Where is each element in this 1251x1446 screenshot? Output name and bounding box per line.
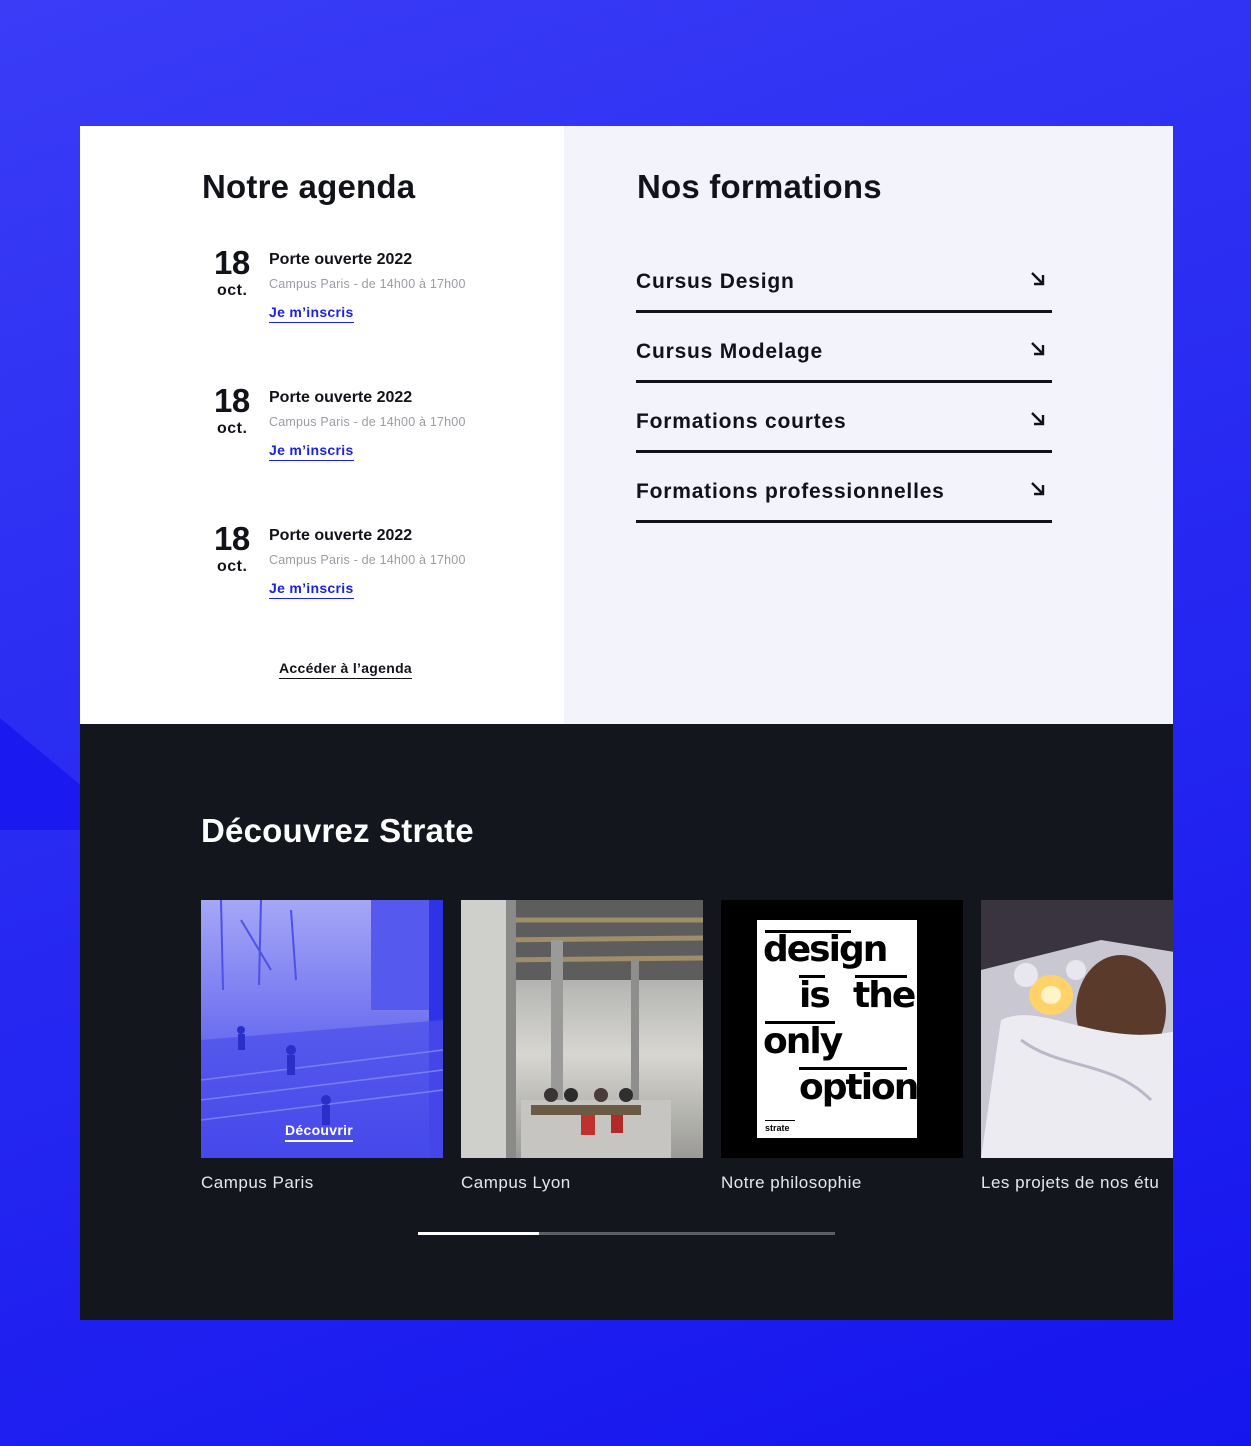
agenda-event: 18 oct. Porte ouverte 2022 Campus Paris … xyxy=(214,520,514,610)
campus-paris-image xyxy=(201,900,443,1158)
event-meta: Campus Paris - de 14h00 à 17h00 xyxy=(269,415,466,429)
carousel-scrollbar[interactable] xyxy=(418,1232,835,1235)
student-projects-image xyxy=(981,900,1173,1158)
event-month: oct. xyxy=(217,282,248,299)
event-month: oct. xyxy=(217,420,248,437)
philosophy-poster: design is the only option strate xyxy=(757,920,919,1138)
arrow-down-right-icon xyxy=(1031,482,1045,496)
agenda-event: 18 oct. Porte ouverte 2022 Campus Paris … xyxy=(214,382,514,472)
poster-bar xyxy=(765,1120,795,1121)
poster-word: the xyxy=(853,975,916,1016)
card-philosophy: design is the only option strate Notre p… xyxy=(721,900,963,1193)
course-label: Cursus Modelage xyxy=(636,340,824,363)
card-campus-paris: Découvrir Campus Paris xyxy=(201,900,443,1193)
agenda-title: Notre agenda xyxy=(202,168,416,205)
agenda-event: 18 oct. Porte ouverte 2022 Campus Paris … xyxy=(214,244,514,334)
poster-word: only xyxy=(763,1021,843,1062)
formations-title: Nos formations xyxy=(637,168,882,205)
card-image[interactable]: Découvrir xyxy=(201,900,443,1158)
course-link-professional[interactable]: Formations professionnelles xyxy=(636,465,1052,523)
card-caption: Campus Lyon xyxy=(461,1173,571,1192)
discover-link[interactable]: Découvrir xyxy=(285,1122,354,1142)
discover-title: Découvrez Strate xyxy=(201,812,474,849)
arrow-down-right-icon xyxy=(1031,412,1045,426)
card-image[interactable] xyxy=(981,900,1173,1158)
card-campus-lyon: Campus Lyon xyxy=(461,900,703,1193)
register-link[interactable]: Je m’inscris xyxy=(269,580,354,599)
poster-footer: strate xyxy=(765,1123,790,1133)
course-label: Formations courtes xyxy=(636,410,847,433)
course-label: Formations professionnelles xyxy=(636,480,945,503)
campus-lyon-image xyxy=(461,900,703,1158)
card-image[interactable]: design is the only option strate xyxy=(721,900,963,1158)
event-name: Porte ouverte 2022 xyxy=(269,389,413,406)
card-image[interactable] xyxy=(461,900,703,1158)
agenda-link[interactable]: Accéder à l’agenda xyxy=(279,660,413,679)
page-frame: Notre agenda 18 oct. Porte ouverte 2022 … xyxy=(80,126,1173,1320)
card-student-projects: Les projets de nos étu xyxy=(981,900,1173,1193)
event-month: oct. xyxy=(217,558,248,575)
discover-section: Découvrez Strate Découvrir Campus Paris … xyxy=(80,724,1173,1320)
course-link-modelage[interactable]: Cursus Modelage xyxy=(636,325,1052,383)
event-day: 18 xyxy=(214,520,250,557)
course-label: Cursus Design xyxy=(636,270,795,293)
event-name: Porte ouverte 2022 xyxy=(269,527,413,544)
register-link[interactable]: Je m’inscris xyxy=(269,442,354,461)
poster-word: is xyxy=(799,975,831,1016)
arrow-down-right-icon xyxy=(1031,342,1045,356)
register-link[interactable]: Je m’inscris xyxy=(269,304,354,323)
course-link-short[interactable]: Formations courtes xyxy=(636,395,1052,453)
event-day: 18 xyxy=(214,382,250,419)
course-link-design[interactable]: Cursus Design xyxy=(636,255,1052,313)
card-caption: Campus Paris xyxy=(201,1173,314,1192)
card-caption: Les projets de nos étu xyxy=(981,1173,1160,1192)
event-day: 18 xyxy=(214,244,250,281)
agenda-panel: Notre agenda 18 oct. Porte ouverte 2022 … xyxy=(80,126,564,724)
event-name: Porte ouverte 2022 xyxy=(269,251,413,268)
poster-word: design xyxy=(763,929,888,970)
poster-word: option xyxy=(799,1067,919,1108)
arrow-down-right-icon xyxy=(1031,272,1045,286)
event-meta: Campus Paris - de 14h00 à 17h00 xyxy=(269,277,466,291)
event-meta: Campus Paris - de 14h00 à 17h00 xyxy=(269,553,466,567)
card-caption: Notre philosophie xyxy=(721,1173,862,1192)
carousel-scrollbar-thumb[interactable] xyxy=(418,1232,539,1235)
